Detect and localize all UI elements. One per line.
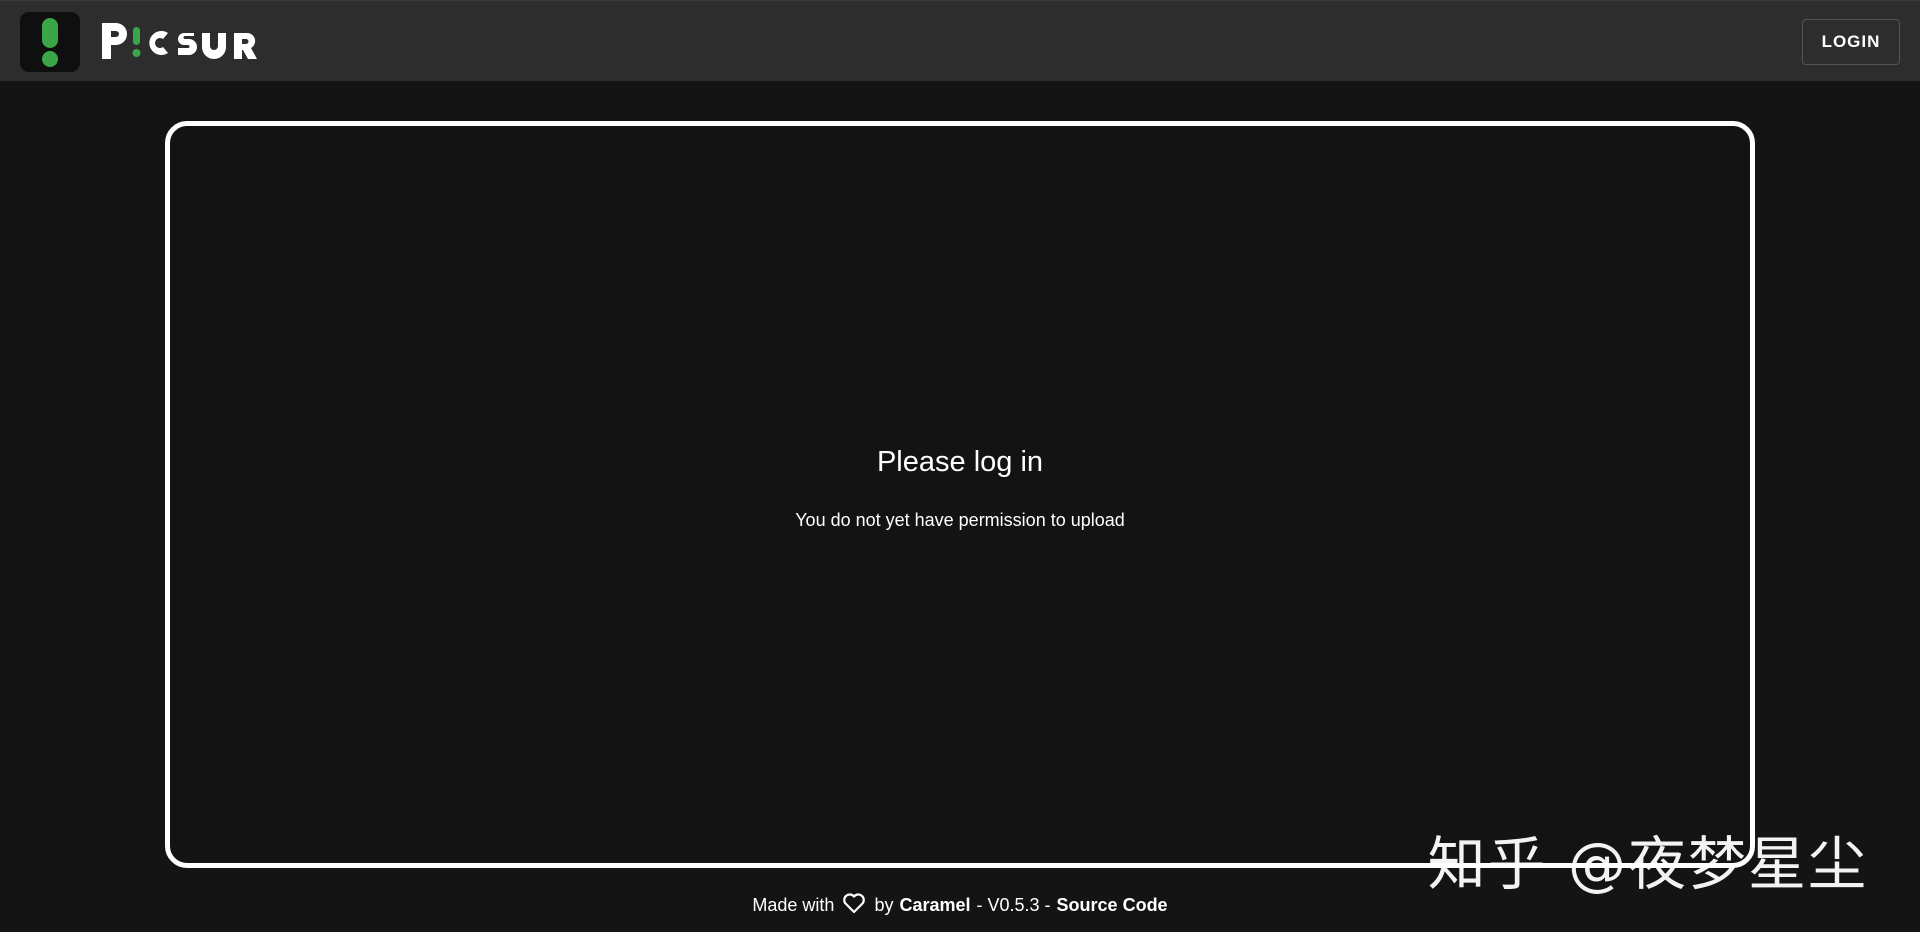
login-prompt-subtitle: You do not yet have permission to upload	[795, 510, 1125, 530]
login-button[interactable]: LOGIN	[1802, 19, 1900, 65]
picsur-wordmark-logo[interactable]	[98, 19, 273, 65]
footer-version: - V0.5.3 -	[976, 895, 1051, 915]
upload-dropzone[interactable]: Please log in You do not yet have permis…	[165, 121, 1755, 868]
zhihu-watermark: 知乎 @夜梦星尘	[1427, 830, 1868, 898]
heart-icon	[842, 892, 866, 919]
exclamation-logo-icon[interactable]	[20, 12, 80, 72]
picsur-wordmark-icon	[102, 23, 257, 59]
top-navbar: LOGIN	[0, 0, 1920, 81]
author-link[interactable]: Caramel	[899, 895, 970, 916]
login-prompt-title: Please log in	[876, 446, 1044, 478]
source-code-link[interactable]: Source Code	[1057, 895, 1168, 916]
footer-made-with: Made with	[752, 895, 835, 915]
footer-by: by	[874, 895, 894, 915]
